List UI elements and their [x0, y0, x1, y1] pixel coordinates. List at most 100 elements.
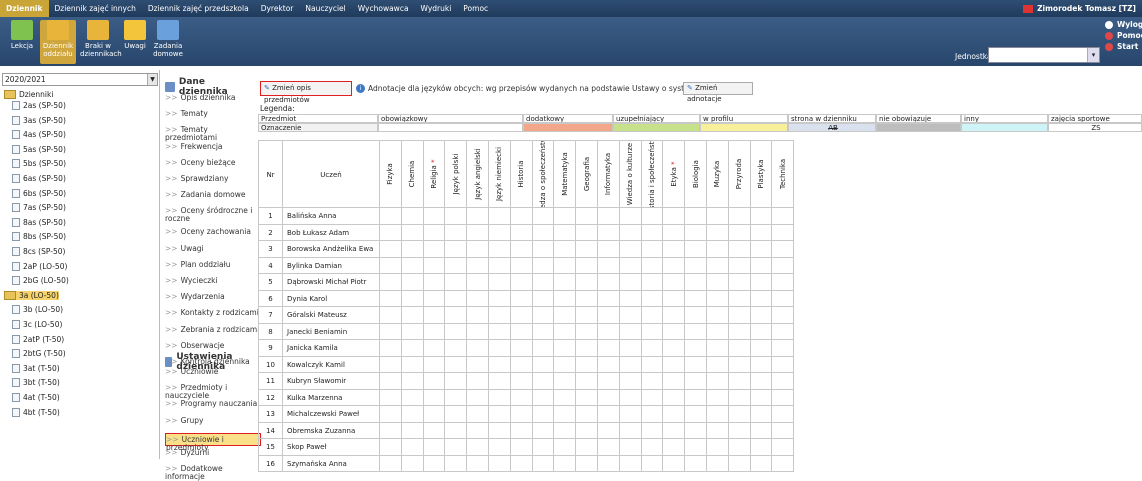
nav-item[interactable]: >> Tematy	[165, 110, 261, 118]
assignment-cell[interactable]	[489, 208, 511, 225]
assignment-cell[interactable]	[728, 241, 751, 258]
assignment-cell[interactable]	[401, 323, 424, 340]
assignment-cell[interactable]	[641, 323, 664, 340]
assignment-cell[interactable]	[663, 373, 686, 390]
tree-class-item[interactable]: 8as (SP-50)	[12, 217, 66, 227]
assignment-cell[interactable]	[663, 241, 686, 258]
assignment-cell[interactable]	[489, 224, 511, 241]
assignment-cell[interactable]	[707, 406, 729, 423]
assignment-cell[interactable]	[707, 356, 729, 373]
assignment-cell[interactable]	[510, 373, 533, 390]
assignment-cell[interactable]	[728, 422, 751, 439]
assignment-cell[interactable]	[532, 241, 555, 258]
assignment-cell[interactable]	[423, 373, 446, 390]
assignment-cell[interactable]	[445, 274, 468, 291]
assignment-cell[interactable]	[619, 439, 642, 456]
assignment-cell[interactable]	[489, 356, 511, 373]
assignment-cell[interactable]	[685, 241, 707, 258]
toplink-2[interactable]: Start	[1105, 42, 1138, 51]
assignment-cell[interactable]	[619, 389, 642, 406]
assignment-cell[interactable]	[772, 290, 795, 307]
assignment-cell[interactable]	[532, 208, 555, 225]
assignment-cell[interactable]	[619, 257, 642, 274]
assignment-cell[interactable]	[401, 241, 424, 258]
menu-item-1[interactable]: Dziennik zajęć innych	[49, 0, 142, 17]
assignment-cell[interactable]	[401, 208, 424, 225]
assignment-cell[interactable]	[401, 406, 424, 423]
assignment-cell[interactable]	[750, 439, 773, 456]
assignment-cell[interactable]	[467, 208, 489, 225]
change-annotation-button[interactable]: ✎ Zmień adnotacje	[683, 82, 753, 103]
tree-class-item[interactable]: 3at (T-50)	[12, 363, 60, 373]
assignment-cell[interactable]	[641, 422, 664, 439]
assignment-cell[interactable]	[685, 356, 707, 373]
assignment-cell[interactable]	[707, 373, 729, 390]
assignment-cell[interactable]	[510, 422, 533, 439]
assignment-cell[interactable]	[576, 257, 598, 274]
assignment-cell[interactable]	[576, 439, 598, 456]
assignment-cell[interactable]	[532, 439, 555, 456]
assignment-cell[interactable]	[510, 455, 533, 472]
tree-class-item[interactable]: 6as (SP-50)	[12, 174, 66, 183]
assignment-cell[interactable]	[728, 323, 751, 340]
assignment-cell[interactable]	[685, 389, 707, 406]
toplink-1[interactable]: Pomoc	[1105, 31, 1142, 40]
menu-item-4[interactable]: Nauczyciel	[299, 0, 351, 17]
assignment-cell[interactable]	[532, 257, 555, 274]
assignment-cell[interactable]	[772, 439, 795, 456]
assignment-cell[interactable]	[750, 356, 773, 373]
assignment-cell[interactable]	[598, 340, 620, 357]
toolbar-button-4[interactable]: Zadania domowe	[150, 20, 186, 58]
assignment-cell[interactable]	[554, 356, 577, 373]
assignment-cell[interactable]	[707, 422, 729, 439]
assignment-cell[interactable]	[728, 274, 751, 291]
assignment-cell[interactable]	[619, 241, 642, 258]
assignment-cell[interactable]	[750, 340, 773, 357]
assignment-cell[interactable]	[401, 356, 424, 373]
assignment-cell[interactable]	[532, 406, 555, 423]
assignment-cell[interactable]	[641, 257, 664, 274]
assignment-cell[interactable]	[772, 323, 795, 340]
assignment-cell[interactable]	[423, 340, 446, 357]
assignment-cell[interactable]	[598, 455, 620, 472]
assignment-cell[interactable]	[532, 422, 555, 439]
assignment-cell[interactable]	[750, 290, 773, 307]
assignment-cell[interactable]	[707, 340, 729, 357]
tree-class-item[interactable]: 6bs (SP-50)	[12, 188, 66, 198]
assignment-cell[interactable]	[532, 389, 555, 406]
assignment-cell[interactable]	[772, 274, 795, 291]
assignment-cell[interactable]	[728, 290, 751, 307]
assignment-cell[interactable]	[728, 307, 751, 324]
assignment-cell[interactable]	[401, 373, 424, 390]
nav-item[interactable]: >> Oceny zachowania	[165, 228, 261, 236]
assignment-cell[interactable]	[598, 307, 620, 324]
assignment-cell[interactable]	[641, 373, 664, 390]
assignment-cell[interactable]	[489, 257, 511, 274]
assignment-cell[interactable]	[707, 323, 729, 340]
assignment-cell[interactable]	[423, 406, 446, 423]
assignment-cell[interactable]	[445, 340, 468, 357]
assignment-cell[interactable]	[728, 406, 751, 423]
menu-item-2[interactable]: Dziennik zajęć przedszkola	[142, 0, 255, 17]
assignment-cell[interactable]	[641, 224, 664, 241]
assignment-cell[interactable]	[380, 241, 402, 258]
tree-class-item[interactable]: 2bG (LO-50)	[12, 276, 69, 286]
assignment-cell[interactable]	[423, 241, 446, 258]
tree-class-item[interactable]: 2as (SP-50)	[12, 101, 66, 110]
assignment-cell[interactable]	[445, 224, 468, 241]
assignment-cell[interactable]	[685, 208, 707, 225]
assignment-cell[interactable]	[467, 356, 489, 373]
assignment-cell[interactable]	[423, 290, 446, 307]
assignment-cell[interactable]	[728, 389, 751, 406]
assignment-cell[interactable]	[641, 274, 664, 291]
assignment-cell[interactable]	[532, 340, 555, 357]
assignment-cell[interactable]	[489, 455, 511, 472]
assignment-cell[interactable]	[489, 340, 511, 357]
assignment-cell[interactable]	[401, 290, 424, 307]
assignment-cell[interactable]	[489, 422, 511, 439]
assignment-cell[interactable]	[576, 455, 598, 472]
assignment-cell[interactable]	[576, 356, 598, 373]
assignment-cell[interactable]	[445, 406, 468, 423]
assignment-cell[interactable]	[750, 389, 773, 406]
assignment-cell[interactable]	[598, 241, 620, 258]
